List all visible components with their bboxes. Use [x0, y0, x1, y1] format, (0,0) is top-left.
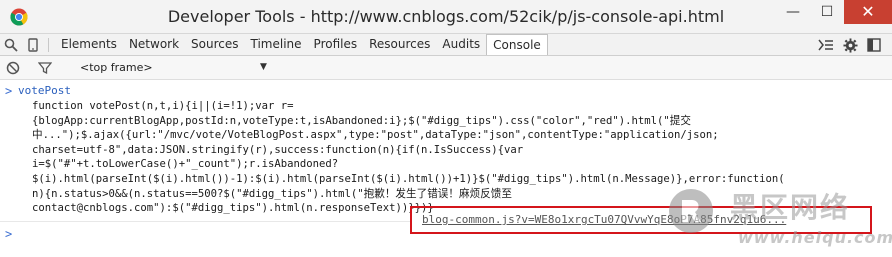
output-line: function votePost(n,t,i){i||(i=!1);var r…: [32, 100, 294, 112]
output-line: $(i).html(parseInt($(i).html())-1):$(i).…: [32, 172, 785, 185]
tab-elements[interactable]: Elements: [55, 34, 123, 55]
tab-resources[interactable]: Resources: [363, 34, 436, 55]
gear-icon[interactable]: [838, 34, 862, 56]
minimize-button[interactable]: —: [776, 0, 810, 24]
watermark-logo-icon: [669, 189, 713, 233]
output-line: {blogApp:currentBlogApp,postId:n,voteTyp…: [32, 114, 691, 127]
filter-icon[interactable]: [34, 57, 56, 79]
tab-profiles[interactable]: Profiles: [308, 34, 364, 55]
input-marker-icon: >: [5, 84, 13, 98]
toolbar-right-controls: [814, 34, 886, 56]
show-drawer-icon[interactable]: [814, 34, 838, 56]
watermark-brand: 黑区网络: [730, 191, 851, 224]
frame-selector[interactable]: <top frame>: [80, 61, 153, 75]
output-line: charset=utf-8",data:JSON.stringify(r),su…: [32, 143, 524, 156]
window-controls: — ☐ ✕: [776, 0, 892, 24]
output-line: 中...");$.ajax({url:"/mvc/vote/VoteBlogPo…: [32, 129, 719, 142]
search-icon[interactable]: [0, 34, 22, 56]
tab-sources[interactable]: Sources: [185, 34, 244, 55]
output-line: i=$("#"+t.toLowerCase()+"_count");r.isAb…: [32, 158, 339, 171]
tab-timeline[interactable]: Timeline: [245, 34, 308, 55]
toolbar-divider: [48, 37, 49, 52]
message-divider: [0, 221, 410, 222]
clear-console-icon[interactable]: [2, 57, 24, 79]
watermark-url: www.heiqu.com: [738, 228, 892, 247]
console-input-echo: votePost: [18, 84, 71, 97]
close-button[interactable]: ✕: [844, 0, 892, 24]
chevron-down-icon[interactable]: ▼: [260, 62, 267, 72]
console-filter-bar: <top frame> ▼: [0, 56, 892, 80]
devtools-toolbar: Elements Network Sources Timeline Profil…: [0, 34, 892, 56]
dock-icon[interactable]: [862, 34, 886, 56]
watermark: 黑区网络 www.heiqu.com: [668, 188, 892, 254]
window-title: Developer Tools - http://www.cnblogs.com…: [167, 7, 725, 26]
device-icon[interactable]: [22, 34, 44, 56]
tab-audits[interactable]: Audits: [436, 34, 486, 55]
maximize-button[interactable]: ☐: [810, 0, 844, 24]
tab-network[interactable]: Network: [123, 34, 185, 55]
title-bar: Developer Tools - http://www.cnblogs.com…: [0, 0, 892, 34]
console-prompt-icon[interactable]: >: [5, 227, 12, 241]
tab-console[interactable]: Console: [486, 34, 548, 55]
